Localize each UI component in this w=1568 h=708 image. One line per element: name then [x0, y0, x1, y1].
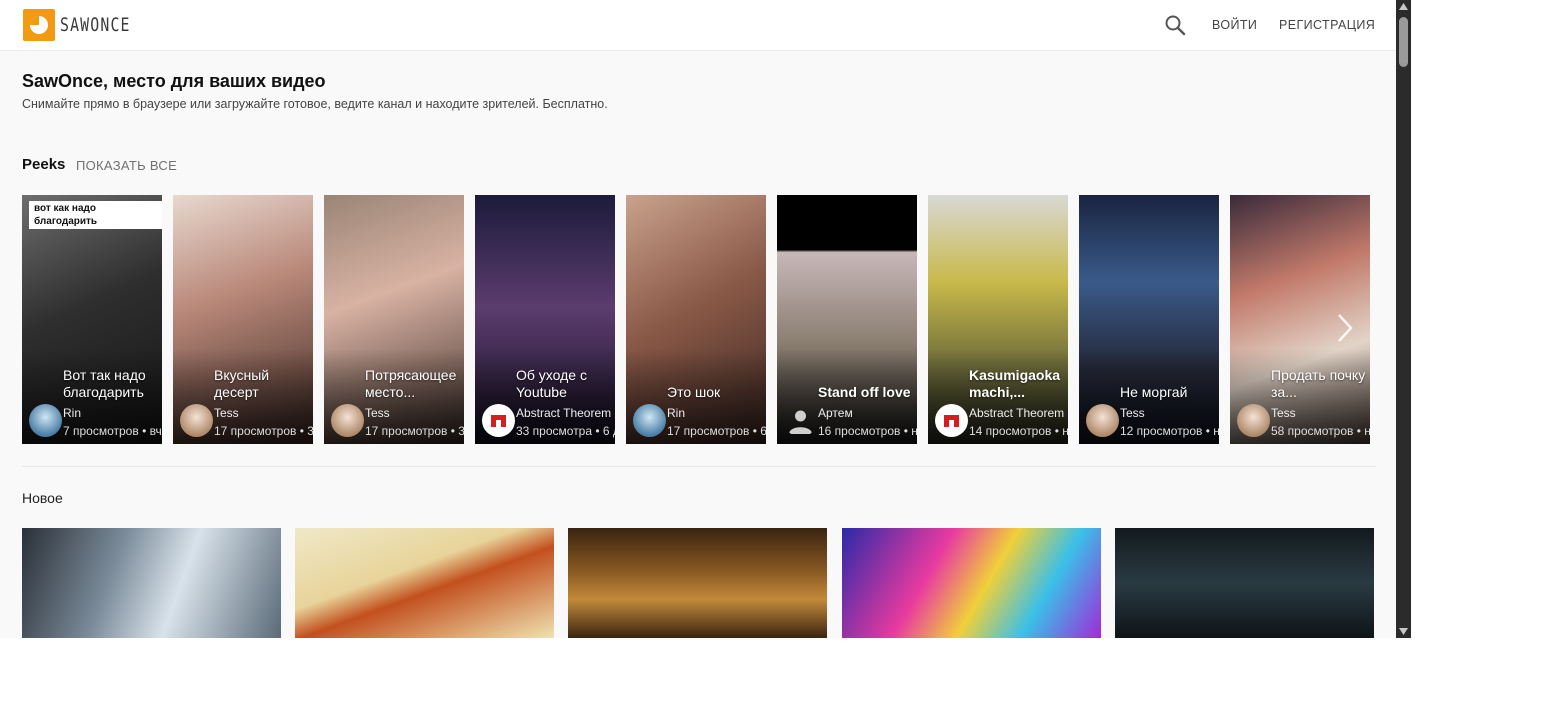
page-viewport: SAWONCE ВОЙТИ РЕГИСТРАЦИЯ SawOnce, место… — [0, 0, 1396, 638]
peek-title: Потрясающее место... — [365, 367, 457, 400]
avatar[interactable] — [180, 404, 213, 437]
video-thumbnail[interactable] — [1115, 528, 1374, 638]
search-icon[interactable] — [1163, 13, 1187, 37]
peek-meta: 17 просмотров • 3 дня назад — [214, 424, 313, 438]
peek-meta: 33 просмотра • 6 дней назад — [516, 424, 615, 438]
peek-meta: 7 просмотров • вчера — [63, 424, 162, 438]
peek-author[interactable]: Abstract Theorem — [516, 406, 611, 420]
peek-author[interactable]: Rin — [63, 406, 81, 420]
peeks-carousel: вот как надо благодарить Вот так надо бл… — [0, 195, 1396, 445]
peek-author[interactable]: Артем — [818, 406, 853, 420]
peek-title: Об уходе с Youtube — [516, 367, 587, 400]
default-user-icon[interactable] — [784, 404, 817, 437]
peeks-section-title: Peeks — [22, 156, 66, 173]
chevron-right-icon[interactable] — [1333, 310, 1357, 346]
avatar[interactable] — [1086, 404, 1119, 437]
peek-title: Это шок — [667, 384, 721, 400]
avatar[interactable] — [1237, 404, 1270, 437]
peek-title: Не моргай — [1120, 384, 1188, 400]
login-button[interactable]: ВОЙТИ — [1212, 18, 1257, 32]
peek-author[interactable]: Tess — [1120, 406, 1145, 420]
video-thumbnail[interactable] — [22, 528, 281, 638]
hero-title: SawOnce, место для ваших видео — [22, 71, 326, 91]
peek-meta: 17 просмотров • 6 дней назад — [667, 424, 766, 438]
video-thumbnail[interactable] — [568, 528, 827, 638]
video-thumbnail[interactable] — [295, 528, 554, 638]
peek-card[interactable]: Потрясающее место... Tess 17 просмотров … — [324, 195, 464, 444]
peek-meta: 12 просмотров • неделю назад — [1120, 424, 1219, 438]
peek-meta: 17 просмотров • 3 дня назад — [365, 424, 464, 438]
scroll-down-icon[interactable] — [1396, 624, 1411, 638]
peek-caption-badge: вот как надо благодарить — [29, 201, 162, 229]
peek-card[interactable]: Kasumigaoka machi,... Abstract Theorem 1… — [928, 195, 1068, 444]
logo-icon[interactable] — [23, 9, 55, 41]
avatar[interactable] — [29, 404, 62, 437]
channel-icon[interactable] — [482, 404, 515, 437]
peek-title: Вот так надо благодарить — [63, 367, 146, 400]
scroll-up-icon[interactable] — [1396, 0, 1411, 14]
avatar[interactable] — [331, 404, 364, 437]
peek-meta: 16 просмотров • неделю назад — [818, 424, 917, 438]
peek-author[interactable]: Tess — [1271, 406, 1296, 420]
avatar[interactable] — [633, 404, 666, 437]
peek-author[interactable]: Tess — [214, 406, 239, 420]
peek-meta: 58 просмотров • неделю назад — [1271, 424, 1370, 438]
peek-card[interactable]: Не моргай Tess 12 просмотров • неделю на… — [1079, 195, 1219, 444]
peek-meta: 14 просмотров • неделю назад — [969, 424, 1068, 438]
section-divider — [22, 466, 1376, 467]
peek-title: Продать почку за... — [1271, 367, 1366, 400]
peeks-show-all-link[interactable]: ПОКАЗАТЬ ВСЕ — [76, 158, 177, 173]
peek-author[interactable]: Tess — [365, 406, 390, 420]
hero-subtitle: Снимайте прямо в браузере или загружайте… — [22, 97, 608, 111]
top-bar: SAWONCE ВОЙТИ РЕГИСТРАЦИЯ — [0, 0, 1396, 51]
peek-title: Kasumigaoka machi,... — [969, 367, 1061, 400]
new-section-title: Новое — [22, 490, 63, 506]
peek-card[interactable]: вот как надо благодарить Вот так надо бл… — [22, 195, 162, 444]
peek-author[interactable]: Rin — [667, 406, 685, 420]
logo-text[interactable]: SAWONCE — [60, 14, 131, 36]
scrollbar-thumb[interactable] — [1399, 17, 1408, 67]
peek-card[interactable]: Вкусный десерт Tess 17 просмотров • 3 дн… — [173, 195, 313, 444]
peek-card[interactable]: Об уходе с Youtube Abstract Theorem 33 п… — [475, 195, 615, 444]
peek-title: Вкусный десерт — [214, 367, 270, 400]
vertical-scrollbar[interactable] — [1396, 0, 1411, 638]
peek-title: Stand off love — [818, 384, 911, 400]
channel-icon[interactable] — [935, 404, 968, 437]
peek-card[interactable]: Stand off love Артем 16 просмотров • нед… — [777, 195, 917, 444]
register-button[interactable]: РЕГИСТРАЦИЯ — [1279, 18, 1375, 32]
video-thumbnail[interactable] — [842, 528, 1101, 638]
peek-card[interactable]: Это шок Rin 17 просмотров • 6 дней назад — [626, 195, 766, 444]
peek-author[interactable]: Abstract Theorem — [969, 406, 1064, 420]
